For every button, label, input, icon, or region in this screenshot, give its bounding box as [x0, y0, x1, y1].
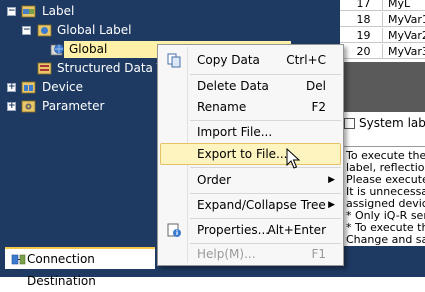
- tree-item-global-label-text: Global Label: [57, 23, 132, 37]
- label-folder-icon: [21, 5, 36, 18]
- row-label-name: MyVar2: [388, 29, 425, 42]
- collapse-icon[interactable]: −: [22, 26, 31, 35]
- table-row[interactable]: 19 MyVar2: [340, 28, 425, 43]
- menu-item-import-file[interactable]: Import File...: [160, 121, 341, 143]
- menu-item-label: Export to File...: [197, 147, 288, 161]
- menu-item-shortcut: F1: [311, 247, 326, 261]
- menu-item-export-to-file[interactable]: Export to File...: [160, 143, 341, 165]
- row-label-name: MyVar1: [388, 13, 425, 26]
- tree-item-parameter[interactable]: + Parameter: [0, 97, 160, 116]
- tab-connection-destination-label: Connection Destination: [27, 252, 96, 288]
- submenu-arrow-icon: ▶: [328, 175, 335, 185]
- tree-item-label-text: Label: [42, 4, 75, 18]
- tree-item-global-label[interactable]: − Global Label: [0, 21, 160, 40]
- tree-item-device[interactable]: + Device: [0, 78, 160, 97]
- global-icon: [50, 44, 64, 56]
- row-number: 17: [345, 0, 383, 11]
- row-number: 19: [345, 28, 383, 43]
- connection-icon: [11, 254, 26, 265]
- menu-item-shortcut: Alt+Enter: [267, 223, 326, 237]
- copy-icon: [167, 53, 181, 68]
- system-label-checkbox-label: System label: [359, 116, 425, 130]
- expand-icon[interactable]: +: [7, 102, 16, 111]
- menu-item-expand-collapse-tree[interactable]: Expand/Collapse Tree ▶: [160, 194, 341, 216]
- tab-connection-destination[interactable]: Connection Destination: [5, 247, 155, 288]
- menu-separator: [190, 167, 341, 168]
- menu-item-rename[interactable]: Rename F2: [160, 96, 341, 118]
- menu-item-help[interactable]: Help(M)... F1: [160, 243, 341, 265]
- submenu-arrow-icon: ▶: [328, 200, 335, 210]
- table-scroll-area[interactable]: [340, 62, 425, 112]
- table-row[interactable]: 18 MyVar1: [340, 12, 425, 27]
- menu-item-label: Import File...: [197, 125, 273, 139]
- menu-item-order[interactable]: Order ▶: [160, 169, 341, 191]
- system-label-checkbox[interactable]: [344, 118, 355, 129]
- mouse-pointer-icon: [286, 148, 301, 169]
- table-row[interactable]: 17 MyL: [340, 0, 425, 11]
- row-label-name: MyL: [388, 0, 411, 10]
- tree-item-device-text: Device: [42, 80, 84, 94]
- menu-item-label: Order: [197, 173, 232, 187]
- menu-item-label: Help(M)...: [197, 247, 256, 261]
- menu-item-delete-data[interactable]: Delete Data Del: [160, 75, 341, 97]
- table-row[interactable]: 20 MyVar3: [340, 44, 425, 59]
- row-number: 18: [345, 12, 383, 27]
- global-label-folder-icon: [37, 24, 52, 37]
- expand-icon[interactable]: +: [7, 83, 16, 92]
- structured-data-icon: [37, 62, 52, 75]
- collapse-icon[interactable]: −: [7, 7, 16, 16]
- menu-item-label: Rename: [197, 100, 247, 114]
- properties-icon: [167, 223, 181, 237]
- tree-item-structured-data-types[interactable]: Structured Data Types: [0, 59, 191, 78]
- menu-item-label: Copy Data: [197, 53, 260, 67]
- context-menu: Copy Data Ctrl+C Delete Data Del Rename …: [157, 44, 344, 266]
- info-text-box: To execute the label, reflection Please …: [342, 146, 425, 246]
- tree-item-global[interactable]: Global: [0, 40, 291, 59]
- menu-item-shortcut: Del: [306, 79, 326, 93]
- tree-item-parameter-text: Parameter: [42, 99, 105, 113]
- menu-item-properties[interactable]: Properties... Alt+Enter: [160, 219, 341, 241]
- parameter-icon: [21, 100, 36, 113]
- device-icon: [21, 81, 36, 94]
- menu-item-shortcut: Ctrl+C: [286, 53, 326, 67]
- menu-item-label: Delete Data: [197, 79, 269, 93]
- row-number: 20: [345, 44, 383, 59]
- info-line: Change and sa: [346, 233, 425, 246]
- menu-item-shortcut: F2: [311, 100, 326, 114]
- menu-item-copy-data[interactable]: Copy Data Ctrl+C: [160, 49, 341, 71]
- menu-item-label: Expand/Collapse Tree: [197, 198, 326, 212]
- row-label-name: MyVar3: [388, 45, 425, 58]
- tree-item-label[interactable]: − Label: [0, 2, 160, 21]
- menu-item-label: Properties...: [197, 223, 270, 237]
